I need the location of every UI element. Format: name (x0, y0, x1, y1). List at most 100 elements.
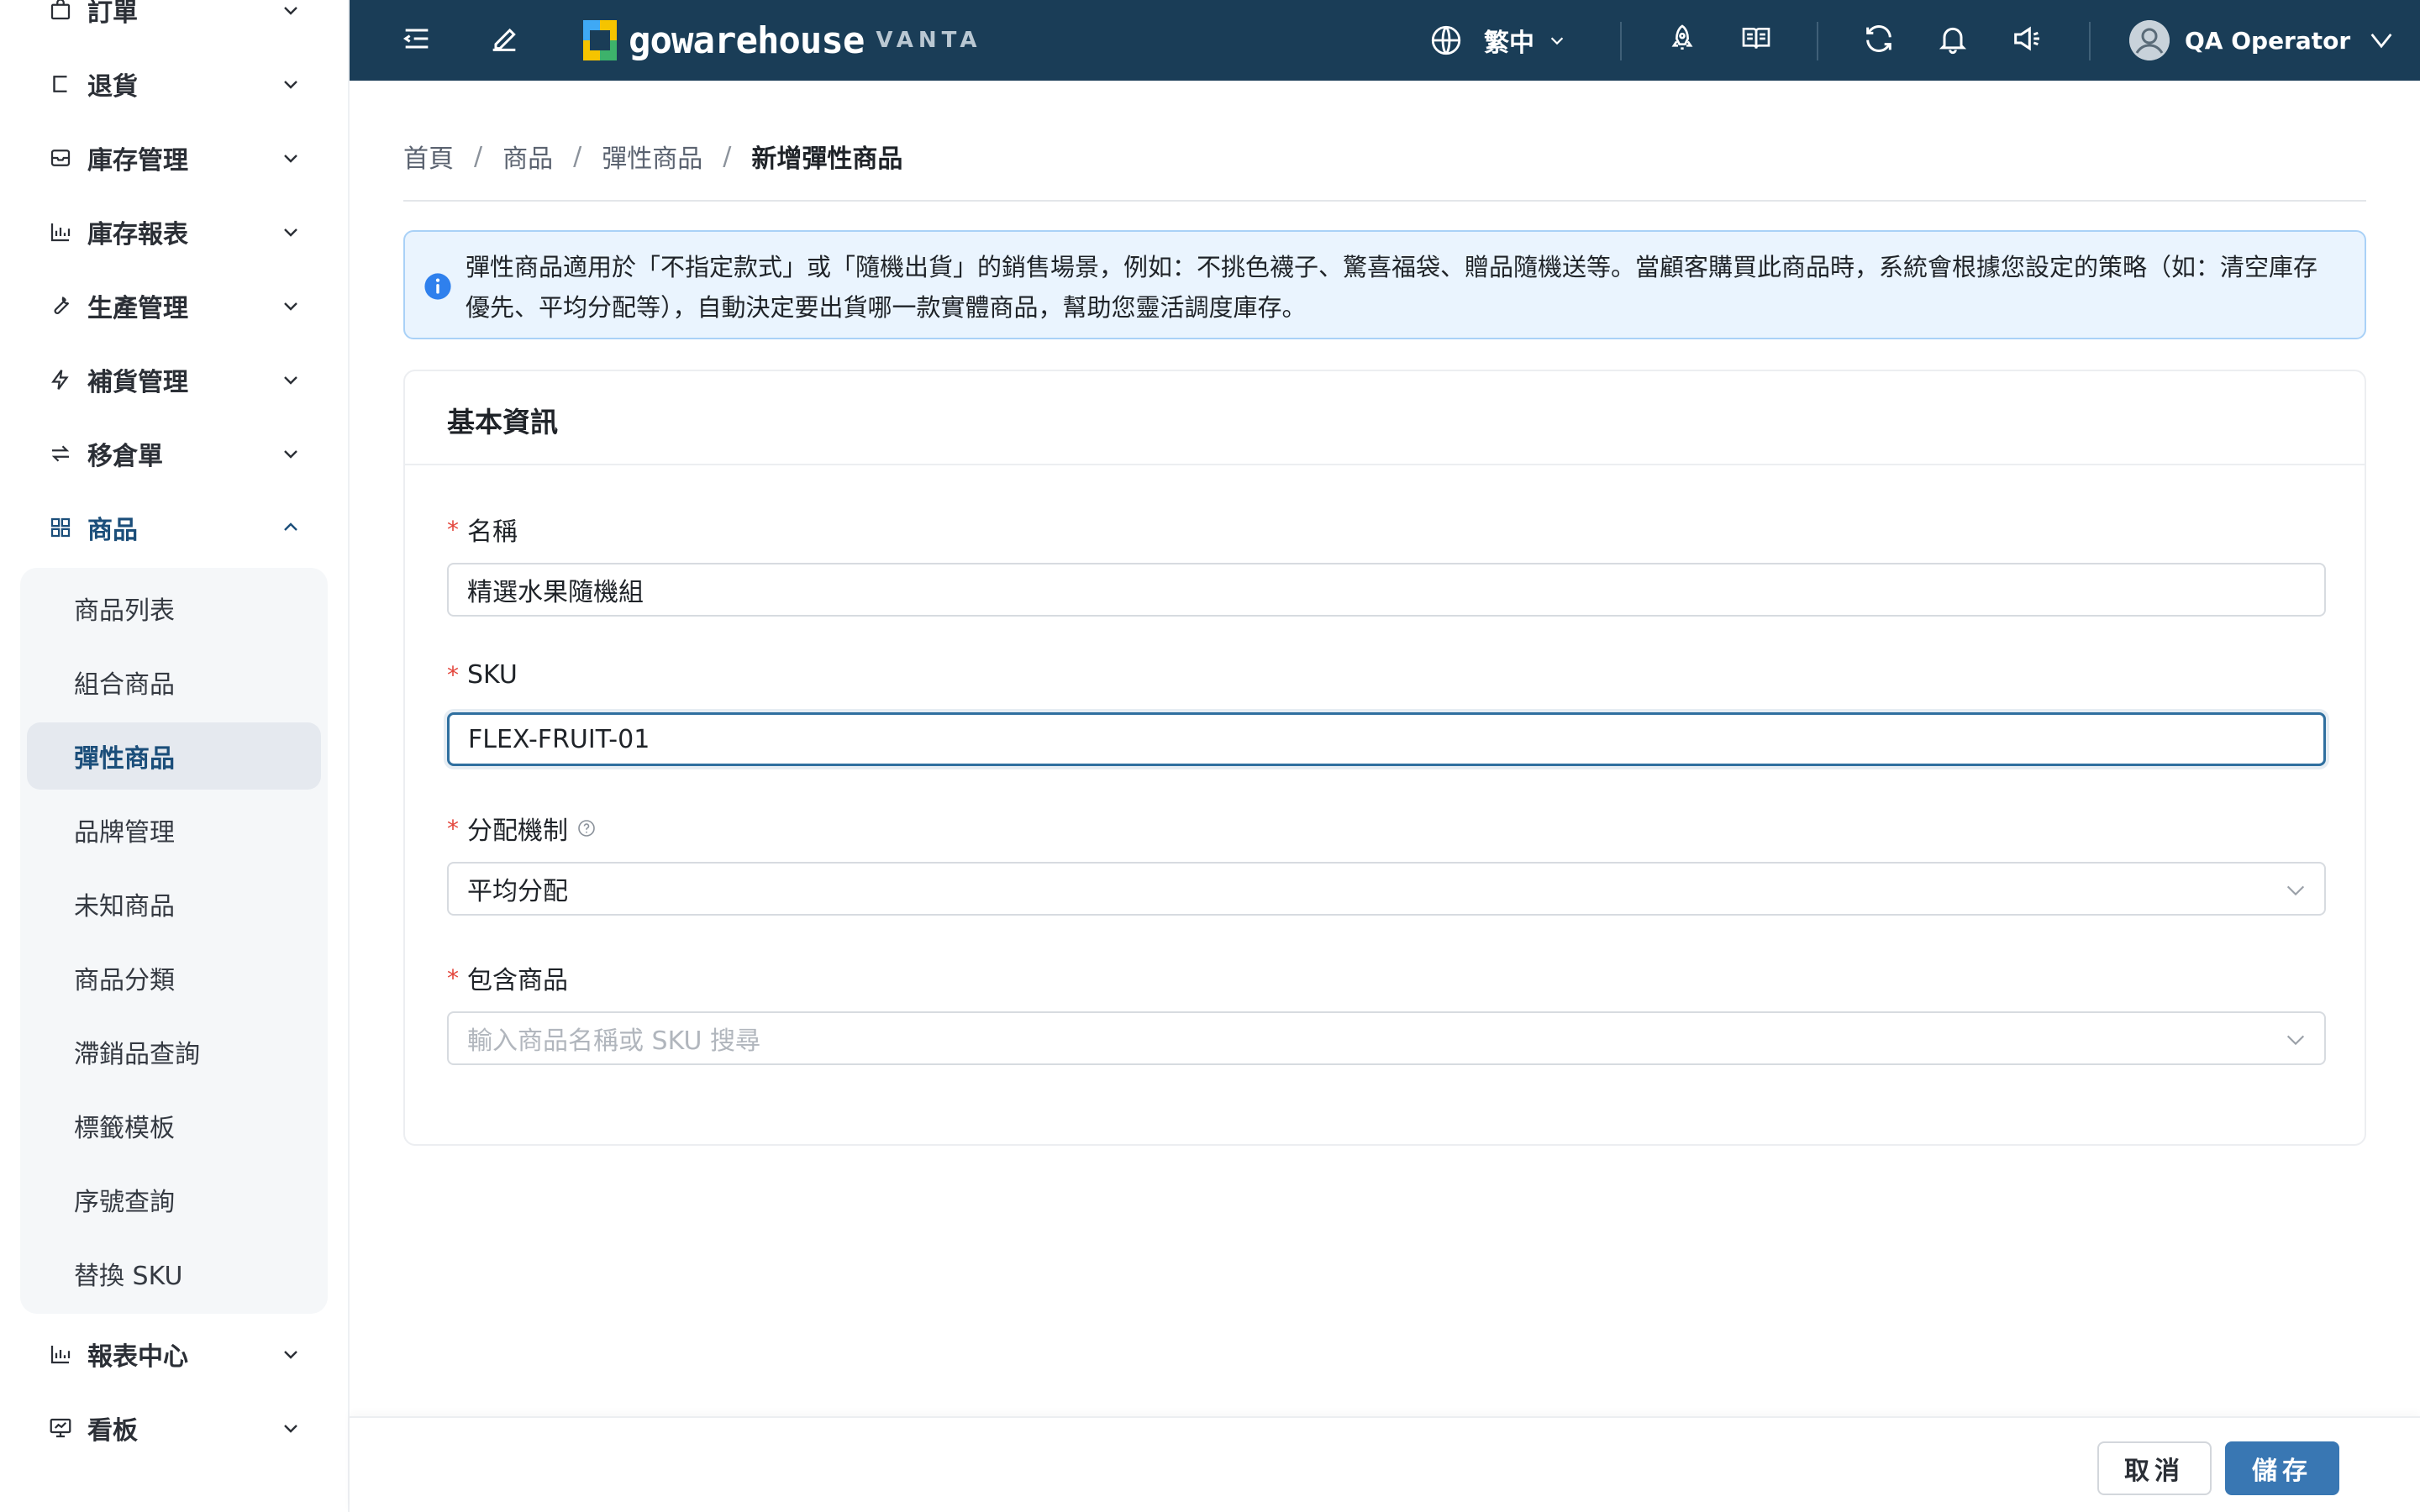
submenu-item-unknown-products[interactable]: 未知商品 (27, 870, 321, 937)
user-menu[interactable]: QA Operator (2129, 17, 2396, 64)
brand-logo[interactable]: gowarehouse VANTA (583, 15, 981, 66)
swap-icon (47, 440, 74, 467)
products-label-text: 包含商品 (467, 966, 568, 995)
sku-label-text: SKU (467, 660, 518, 690)
submenu-item-product-categories[interactable]: 商品分類 (27, 944, 321, 1011)
save-button[interactable]: 儲存 (2225, 1441, 2339, 1495)
sidebar-item-label: 庫存管理 (87, 146, 188, 176)
wrench-icon (47, 292, 74, 319)
basic-info-card: 基本資訊 * 名稱 * SKU * 分配機制 平均分配 * 包含商品 輸入商品名… (403, 370, 2366, 1146)
dashboard-icon (47, 1415, 74, 1441)
chevron-down-icon (276, 438, 306, 469)
rocket-icon (1665, 22, 1699, 59)
product-submenu: 商品列表 組合商品 彈性商品 品牌管理 未知商品 商品分類 滯銷品查詢 標籤模板… (20, 568, 328, 1314)
lightning-icon (47, 366, 74, 393)
edit-button[interactable] (482, 18, 526, 62)
chevron-down-icon (2286, 885, 2305, 896)
language-selector[interactable]: 繁中 (1428, 18, 1566, 62)
chevron-down-icon (276, 217, 306, 247)
sidebar-item-orders[interactable]: 訂單 (0, 0, 348, 47)
required-marker: * (447, 515, 459, 543)
bag-icon (47, 0, 74, 24)
sidebar-item-report-center[interactable]: 報表中心 (0, 1317, 348, 1391)
chevron-down-icon (276, 0, 306, 25)
notifications-button[interactable] (1931, 18, 1975, 62)
breadcrumb-divider (403, 200, 2366, 202)
sidebar-item-label: 看板 (87, 1416, 138, 1446)
sku-label: * SKU (447, 660, 518, 690)
submenu-item-bundle-products[interactable]: 組合商品 (27, 648, 321, 716)
breadcrumb-separator: / (723, 141, 732, 171)
logo-text: gowarehouse (629, 18, 865, 62)
sidebar-item-label: 庫存報表 (87, 220, 188, 249)
breadcrumb-flexible-products[interactable]: 彈性商品 (602, 138, 702, 175)
breadcrumb-products[interactable]: 商品 (502, 138, 553, 175)
grid-icon (47, 514, 74, 541)
chevron-down-icon (276, 1413, 306, 1443)
submenu-item-flexible-products[interactable]: 彈性商品 (27, 722, 321, 790)
name-input[interactable] (447, 563, 2326, 617)
sidebar-item-production[interactable]: 生產管理 (0, 269, 348, 343)
top-header: gowarehouse VANTA 繁中 QA Operator (350, 0, 2420, 81)
return-icon (47, 71, 74, 97)
required-marker: * (447, 814, 459, 843)
divider (1620, 22, 1622, 60)
book-icon (1739, 22, 1773, 59)
name-label: * 名稱 (447, 511, 518, 548)
allocation-select[interactable]: 平均分配 (447, 862, 2326, 916)
chevron-down-icon (276, 143, 306, 173)
sidebar-item-transfer[interactable]: 移倉單 (0, 417, 348, 491)
chevron-down-icon (276, 1339, 306, 1369)
breadcrumb-current: 新增彈性商品 (751, 144, 903, 174)
chevron-down-icon (276, 365, 306, 395)
sidebar: 訂單 退貨 庫存管理 庫存報表 生產管理 補貨管理 移倉單 商品 商品列表 組合… (0, 0, 350, 1512)
submenu-item-product-list[interactable]: 商品列表 (27, 575, 321, 642)
announcements-button[interactable] (2005, 18, 2049, 62)
sidebar-item-label: 生產管理 (87, 294, 188, 323)
bell-icon (1936, 22, 1970, 59)
refresh-button[interactable] (1857, 18, 1901, 62)
bar-chart-icon (47, 1341, 74, 1368)
sku-input[interactable] (447, 712, 2326, 766)
cancel-button[interactable]: 取消 (2097, 1441, 2212, 1495)
globe-icon (1431, 25, 1461, 55)
info-alert: 彈性商品適用於「不指定款式」或「隨機出貨」的銷售場景，例如：不挑色襪子、驚喜福袋… (403, 230, 2366, 339)
submenu-item-slow-moving-query[interactable]: 滯銷品查詢 (27, 1018, 321, 1085)
sidebar-item-label: 補貨管理 (87, 368, 188, 397)
help-icon[interactable] (576, 818, 597, 838)
docs-button[interactable] (1734, 18, 1778, 62)
user-name: QA Operator (2185, 26, 2351, 55)
avatar (2129, 20, 2170, 60)
pencil-icon (487, 22, 521, 59)
bar-chart-icon (47, 218, 74, 245)
sidebar-item-products[interactable]: 商品 (0, 491, 348, 564)
language-label: 繁中 (1484, 29, 1534, 58)
breadcrumb-home[interactable]: 首頁 (403, 138, 454, 175)
sidebar-item-label: 商品 (87, 516, 138, 545)
breadcrumb-separator: / (474, 141, 483, 171)
name-label-text: 名稱 (467, 517, 518, 547)
rocket-button[interactable] (1660, 18, 1704, 62)
divider (1817, 22, 1818, 60)
sidebar-item-label: 退貨 (87, 72, 138, 102)
breadcrumb-separator: / (573, 141, 582, 171)
submenu-item-serial-query[interactable]: 序號查詢 (27, 1166, 321, 1233)
sidebar-item-dashboard[interactable]: 看板 (0, 1391, 348, 1465)
breadcrumb: 首頁 / 商品 / 彈性商品 / 新增彈性商品 (403, 136, 902, 176)
sidebar-item-inventory-report[interactable]: 庫存報表 (0, 195, 348, 269)
allocation-label: * 分配機制 (447, 810, 597, 847)
alert-message: 彈性商品適用於「不指定款式」或「隨機出貨」的銷售場景，例如：不挑色襪子、驚喜福袋… (466, 253, 2318, 322)
required-marker: * (447, 963, 459, 992)
products-label: * 包含商品 (447, 959, 568, 996)
submenu-item-replace-sku[interactable]: 替換 SKU (27, 1240, 321, 1307)
submenu-item-brand-management[interactable]: 品牌管理 (27, 796, 321, 864)
inbox-icon (47, 144, 74, 171)
divider (2089, 22, 2091, 60)
collapse-menu-button[interactable] (395, 18, 439, 62)
sidebar-item-returns[interactable]: 退貨 (0, 47, 348, 121)
sidebar-item-inventory[interactable]: 庫存管理 (0, 121, 348, 195)
submenu-item-label-templates[interactable]: 標籤模板 (27, 1092, 321, 1159)
sidebar-item-replenishment[interactable]: 補貨管理 (0, 343, 348, 417)
sidebar-item-label: 移倉單 (87, 442, 163, 471)
products-search-select[interactable]: 輸入商品名稱或 SKU 搜尋 (447, 1011, 2326, 1065)
